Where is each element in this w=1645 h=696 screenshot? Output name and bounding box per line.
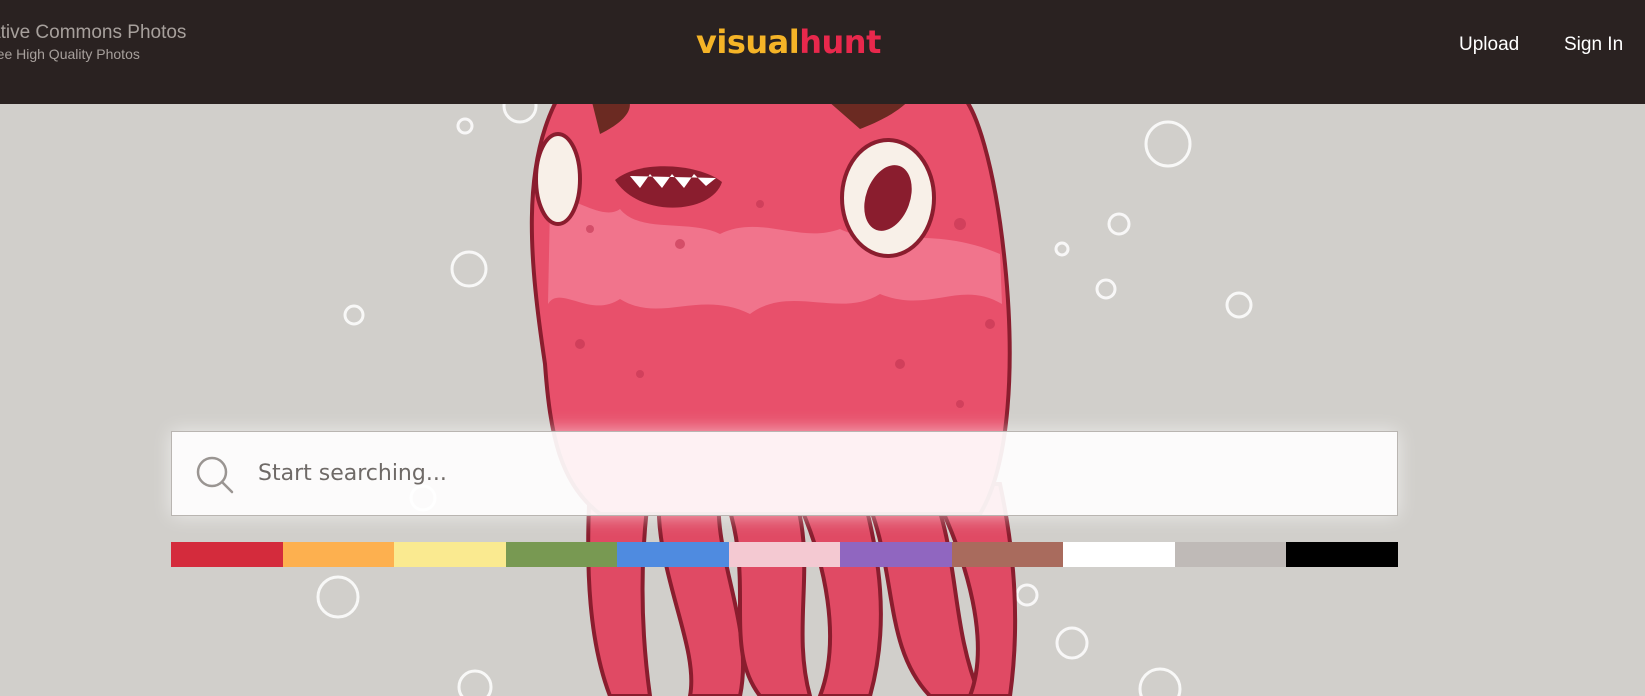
color-swatch-white[interactable] — [1063, 542, 1175, 567]
color-swatch-blue[interactable] — [617, 542, 729, 567]
visualhunt-logo[interactable]: visualhunt — [696, 22, 881, 62]
color-swatch-black[interactable] — [1286, 542, 1399, 567]
color-swatch-brown[interactable] — [951, 542, 1064, 567]
search-bar — [171, 431, 1398, 516]
logo-part-visual: visual — [696, 23, 800, 61]
logo-part-hunt: hunt — [799, 23, 881, 61]
color-swatch-pink[interactable] — [728, 542, 841, 567]
color-swatch-orange[interactable] — [282, 542, 395, 567]
color-swatch-gray[interactable] — [1174, 542, 1287, 567]
color-swatch-yellow[interactable] — [394, 542, 506, 567]
site-subtagline: ree High Quality Photos — [0, 46, 140, 62]
upload-link[interactable]: Upload — [1459, 34, 1519, 56]
top-navbar: ative Commons Photos ree High Quality Ph… — [0, 0, 1645, 104]
sign-in-link[interactable]: Sign In — [1564, 34, 1623, 56]
color-filter-strip — [171, 542, 1399, 567]
color-swatch-green[interactable] — [505, 542, 618, 567]
search-input[interactable] — [258, 432, 1378, 515]
color-swatch-purple[interactable] — [840, 542, 952, 567]
site-tagline: ative Commons Photos — [0, 22, 187, 43]
color-swatch-red[interactable] — [171, 542, 283, 567]
hero-illustration — [0, 104, 1645, 696]
search-icon[interactable] — [196, 456, 236, 496]
octopus-illustration — [316, 104, 1253, 696]
